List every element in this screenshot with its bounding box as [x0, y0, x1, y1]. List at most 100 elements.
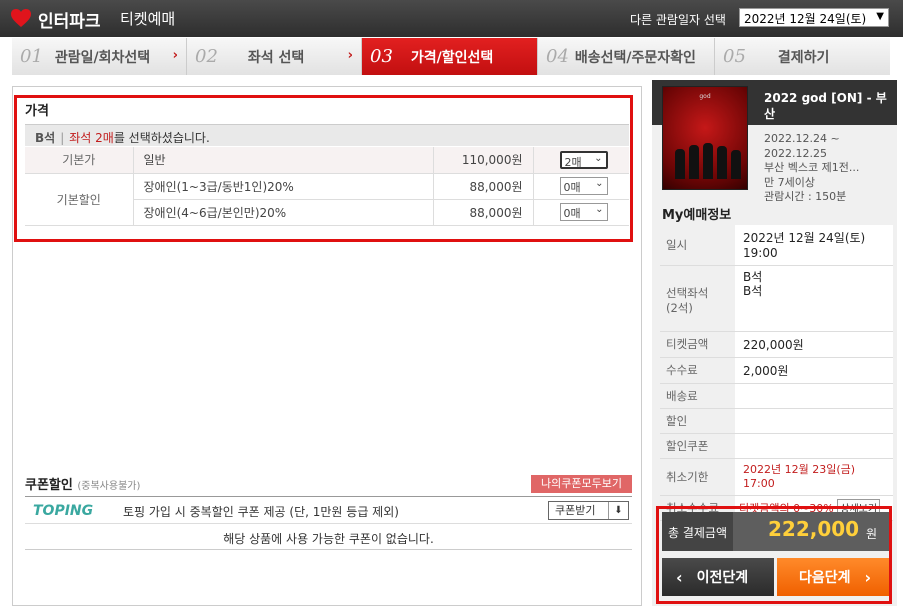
- total-label: 총 결제금액: [668, 526, 728, 540]
- table-row: 할인: [660, 408, 893, 434]
- show-info: 2022.12.24 ~ 2022.12.25 부산 벡스코 제1전... 만 …: [764, 132, 889, 205]
- info-value: [735, 408, 893, 434]
- prev-step-label: 이전단계: [696, 570, 749, 586]
- info-key: 티켓금액: [660, 331, 735, 358]
- step-4[interactable]: 04 배송선택/주문자확인: [538, 38, 715, 75]
- step-1[interactable]: 01 관람일/회차선택 ›: [12, 38, 187, 75]
- chevron-right-icon: ›: [347, 48, 353, 63]
- divider: [25, 549, 632, 550]
- my-coupons-button[interactable]: 나의쿠폰모두보기: [531, 475, 632, 493]
- next-step-button[interactable]: 다음단계 ›: [777, 558, 889, 596]
- step-label: 좌석 선택: [247, 49, 305, 66]
- step-number: 04: [546, 46, 569, 67]
- step-label: 배송선택/주문자확인: [574, 49, 696, 66]
- seat-summary-bar: B석 | 좌석 2매를 선택하셨습니다.: [25, 124, 629, 146]
- chevron-down-icon: ⌄: [595, 178, 604, 189]
- step-label: 가격/할인선택: [410, 49, 494, 66]
- quantity-select[interactable]: 0매 ⌄: [559, 177, 608, 195]
- coupon-note: (중복사용불가): [77, 481, 141, 492]
- table-row: 티켓금액 220,000원: [660, 331, 893, 358]
- divider: [25, 496, 632, 497]
- info-key: 할인쿠폰: [660, 433, 735, 459]
- info-key: 선택좌석 (2석): [660, 265, 735, 332]
- step-navigation: 01 관람일/회차선택 › 02 좌석 선택 › 03 가격/할인선택 04 배…: [12, 38, 890, 75]
- info-key: 할인: [660, 408, 735, 434]
- quantity-select[interactable]: 2매 ⌄: [559, 150, 608, 169]
- chevron-down-icon: ⌄: [595, 204, 604, 215]
- total-amount: 222,000: [768, 517, 860, 541]
- show-runtime: 관람시간 : 150분: [764, 190, 847, 203]
- chevron-down-icon: ⌄: [594, 152, 603, 164]
- table-row: 배송료: [660, 383, 893, 409]
- price-name: 장애인(4~6급/본인만)20%: [133, 199, 434, 226]
- step-label: 관람일/회차선택: [54, 49, 151, 66]
- price-name: 장애인(1~3급/동반1인)20%: [133, 173, 434, 200]
- step-number: 03: [370, 46, 393, 67]
- table-row: 기본할인 장애인(1~3급/동반1인)20% 88,000원 0매 ⌄: [25, 173, 629, 226]
- chevron-right-icon: ›: [864, 567, 872, 587]
- seat-count: 좌석 2매: [69, 131, 114, 145]
- table-row: 기본가 일반 110,000원 2매 ⌄: [25, 147, 629, 174]
- table-row: 할인쿠폰: [660, 433, 893, 459]
- download-icon: ⬇: [608, 502, 628, 519]
- step-number: 01: [20, 46, 43, 67]
- info-key: 배송료: [660, 383, 735, 409]
- coupon-empty-message: 해당 상품에 사용 가능한 쿠폰이 없습니다.: [223, 532, 434, 546]
- date-select-label: 다른 관람일자 선택: [630, 13, 726, 27]
- step-label: 결제하기: [777, 49, 830, 66]
- coupon-title: 쿠폰할인 (중복사용불가): [25, 474, 140, 493]
- show-venue: 부산 벡스코 제1전...: [764, 161, 860, 174]
- get-coupon-button[interactable]: 쿠폰받기 ⬇: [548, 501, 629, 520]
- price-category: 기본가: [25, 147, 134, 174]
- info-value: [735, 383, 893, 409]
- logo-subtitle: 티켓예매: [120, 10, 176, 28]
- toping-logo: TOPING: [33, 503, 94, 519]
- date-select[interactable]: 2022년 12월 24일(토) ▼: [739, 8, 889, 27]
- price-amount: 88,000원: [433, 199, 534, 226]
- step-number: 02: [195, 46, 218, 67]
- info-key: 취소기한: [660, 458, 735, 496]
- date-select-value: 2022년 12월 24일(토): [744, 12, 867, 26]
- get-coupon-label: 쿠폰받기: [555, 504, 596, 517]
- quantity-select[interactable]: 0매 ⌄: [559, 203, 608, 221]
- seat-summary-text: 를 선택하셨습니다.: [113, 131, 210, 145]
- show-dates: 2022.12.24 ~ 2022.12.25: [764, 132, 840, 160]
- chevron-right-icon: ›: [172, 48, 178, 63]
- my-booking-title: My예매정보: [662, 208, 732, 223]
- quantity-value: 2매: [564, 155, 582, 169]
- price-amount: 110,000원: [433, 147, 534, 174]
- quantity-value: 0매: [563, 181, 581, 194]
- info-value: 220,000원: [735, 331, 893, 358]
- seat-grade: B석: [35, 131, 56, 145]
- show-title: 2022 god [ON] - 부산: [764, 91, 887, 121]
- total-unit: 원: [866, 527, 878, 541]
- coupon-title-text: 쿠폰할인: [25, 478, 73, 493]
- show-age: 만 7세이상: [764, 175, 815, 189]
- price-table: 기본가 일반 110,000원 2매 ⌄ 기본할인 장애인(1~3급/동반1인)2…: [25, 147, 629, 226]
- step-5[interactable]: 05 결제하기: [715, 38, 890, 75]
- heart-logo-icon: [11, 9, 31, 27]
- table-row: 선택좌석 (2석) B석 B석: [660, 265, 893, 332]
- table-row: 수수료 2,000원: [660, 357, 893, 384]
- price-title: 가격: [25, 104, 49, 119]
- info-key: 일시: [660, 225, 735, 266]
- poster-text: god: [699, 93, 711, 100]
- info-value: 2022년 12월 24일(토) 19:00: [735, 225, 893, 266]
- my-booking-table: 일시 2022년 12월 24일(토) 19:00 선택좌석 (2석) B석 B…: [660, 225, 893, 521]
- info-key: 수수료: [660, 357, 735, 384]
- step-3[interactable]: 03 가격/할인선택: [362, 38, 538, 75]
- divider: [25, 523, 632, 524]
- info-value: B석 B석: [735, 265, 893, 332]
- table-row: 취소기한 2022년 12월 23일(금) 17:00: [660, 458, 893, 496]
- price-amount: 88,000원: [433, 173, 534, 200]
- info-value: 2022년 12월 23일(금) 17:00: [735, 458, 893, 496]
- logo-text: 인터파크: [38, 12, 101, 32]
- step-number: 05: [723, 46, 746, 67]
- step-2[interactable]: 02 좌석 선택 ›: [187, 38, 362, 75]
- info-value: 2,000원: [735, 357, 893, 384]
- table-row: 일시 2022년 12월 24일(토) 19:00: [660, 225, 893, 266]
- chevron-left-icon: ‹: [676, 567, 683, 587]
- chevron-down-icon: ▼: [876, 11, 884, 22]
- info-value: [735, 433, 893, 459]
- prev-step-button[interactable]: ‹ 이전단계: [662, 558, 774, 596]
